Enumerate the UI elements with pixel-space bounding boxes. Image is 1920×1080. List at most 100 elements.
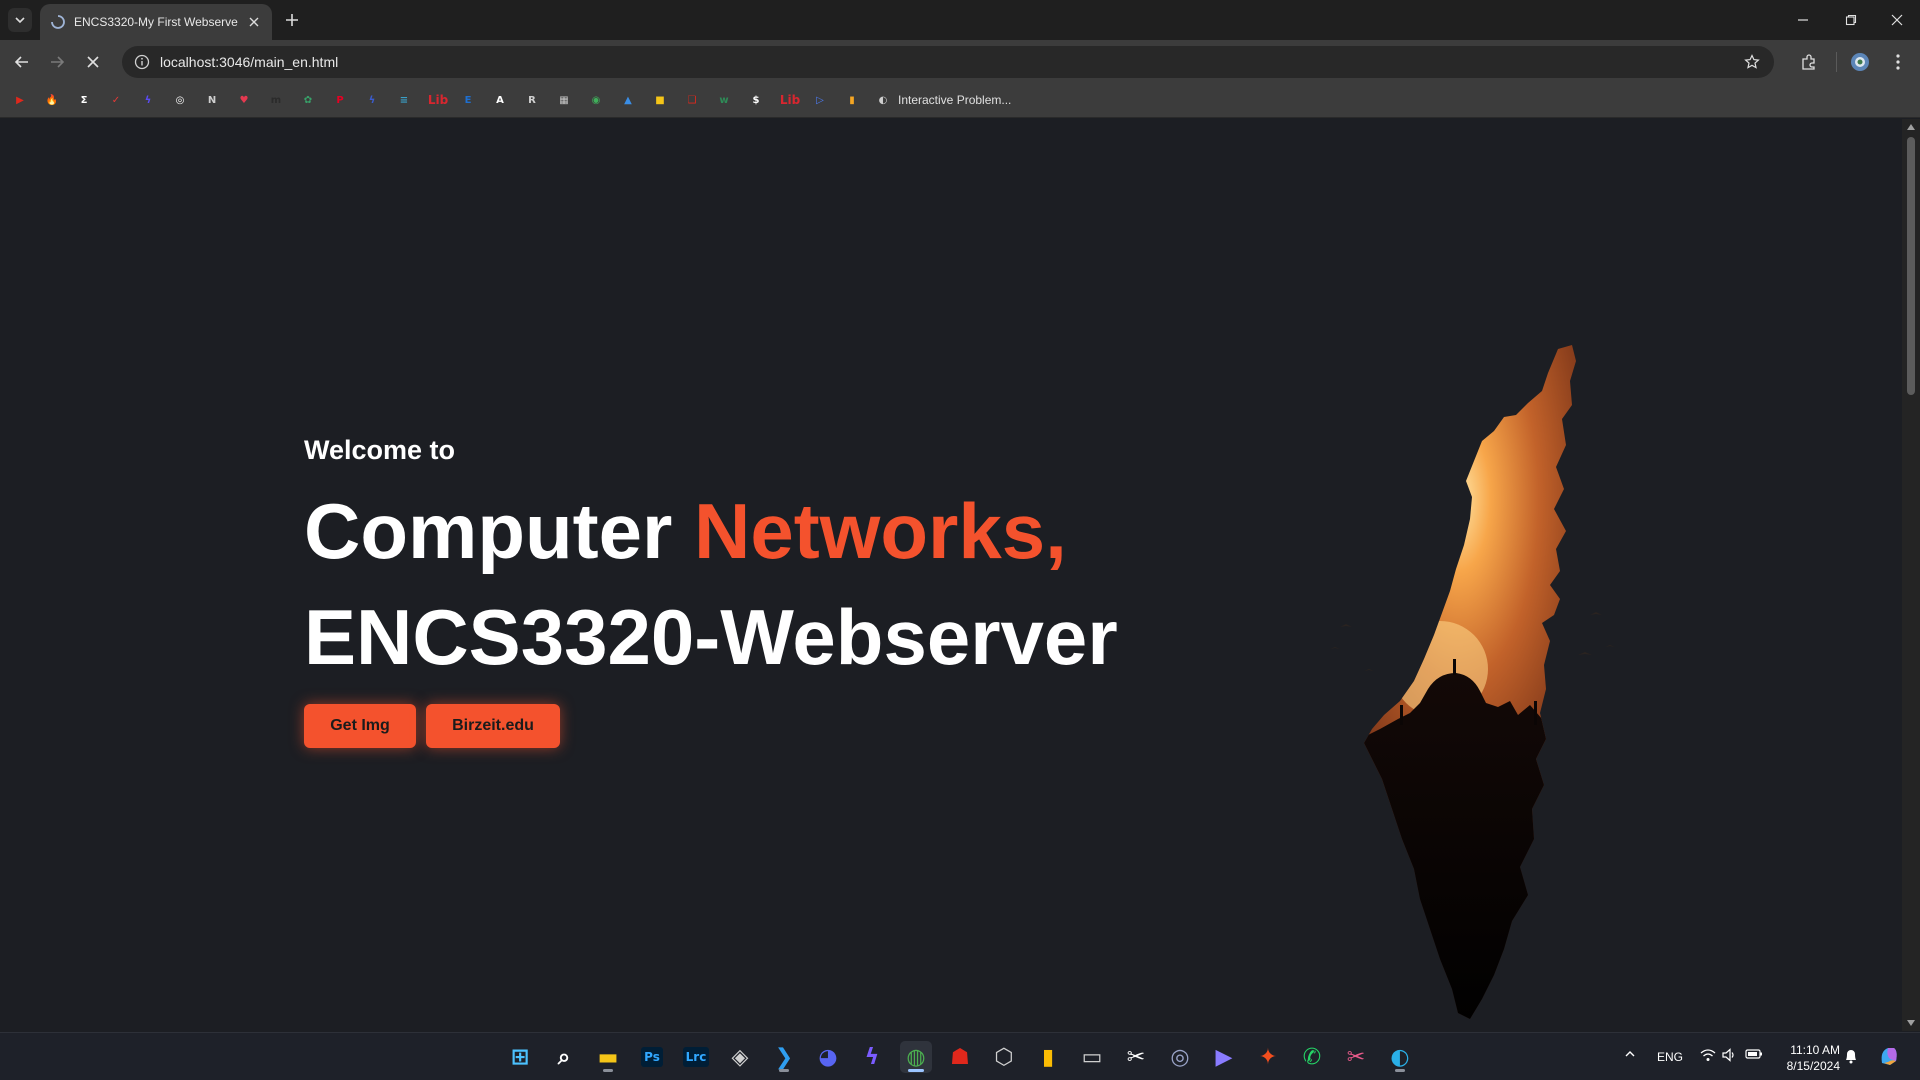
clock-time: 11:10 AM (1790, 1043, 1840, 1057)
forward-button[interactable] (43, 48, 71, 76)
page-scrollbar[interactable] (1902, 119, 1920, 1031)
interactive-problems-icon[interactable]: ◐ (874, 91, 892, 109)
openai-icon[interactable]: ◎ (171, 91, 189, 109)
minimize-button[interactable] (1780, 0, 1826, 40)
w-icon[interactable]: w (715, 91, 733, 109)
unity-icon[interactable]: ⬡ (988, 1041, 1020, 1073)
url-text: localhost:3046/main_en.html (160, 54, 339, 70)
r-icon[interactable]: R (523, 91, 541, 109)
lightroom-glyph: Lrc (682, 1047, 710, 1067)
scroll-up-arrow-icon[interactable] (1906, 122, 1916, 132)
lib-icon[interactable]: Lib (427, 91, 449, 109)
stop-loading-button[interactable] (79, 48, 107, 76)
file-explorer-icon[interactable]: ▬ (592, 1041, 624, 1073)
whatsapp-icon[interactable]: ✆ (1296, 1041, 1328, 1073)
plus-icon (286, 14, 298, 26)
heart-icon[interactable]: ♥ (235, 91, 253, 109)
start-glyph: ⊞ (510, 1044, 530, 1070)
globe-green-icon[interactable]: ◉ (587, 91, 605, 109)
snipping-glyph: ✂ (1346, 1044, 1366, 1070)
snipping-icon[interactable]: ✂ (1340, 1041, 1372, 1073)
play-icon[interactable]: ▷ (811, 91, 829, 109)
disk-icon[interactable]: ◎ (1164, 1041, 1196, 1073)
copilot-icon[interactable] (1876, 1043, 1902, 1072)
loading-favicon-icon (51, 15, 65, 29)
keep-glyph: ▮ (1041, 1044, 1055, 1070)
medium-icon[interactable]: m (267, 91, 285, 109)
minimize-icon (1798, 19, 1808, 21)
vscode-glyph: ❯ (774, 1044, 794, 1070)
note-icon[interactable]: ■ (651, 91, 669, 109)
photoshop-icon[interactable]: Ps (636, 1041, 668, 1073)
site-info-icon[interactable] (132, 52, 152, 72)
notion-icon[interactable]: N (203, 91, 221, 109)
birzeit-link-button[interactable]: Birzeit.edu (426, 704, 560, 748)
scroll-thumb[interactable] (1907, 137, 1915, 395)
scroll-down-arrow-icon[interactable] (1906, 1018, 1916, 1028)
menu-button[interactable] (1884, 48, 1912, 76)
clock-date: 8/15/2024 (1786, 1059, 1840, 1073)
wifi-icon[interactable] (1700, 1048, 1716, 1065)
dollar-icon[interactable]: $ (747, 91, 765, 109)
messenger-icon[interactable]: ϟ (856, 1041, 888, 1073)
youtube-icon[interactable]: ▶ (11, 91, 29, 109)
get-img-button[interactable]: Get Img (304, 704, 416, 748)
edge-icon[interactable]: ◐ (1384, 1041, 1416, 1073)
bolt-icon[interactable]: ϟ (139, 91, 157, 109)
close-window-button[interactable] (1874, 0, 1920, 40)
language-indicator[interactable]: ENG (1657, 1050, 1683, 1064)
checkmark-icon[interactable]: ✓ (107, 91, 125, 109)
chrome-icon[interactable]: ◍ (900, 1041, 932, 1073)
tab-search-button[interactable] (8, 8, 32, 32)
puzzle-icon[interactable]: ✿ (299, 91, 317, 109)
prime-glyph: ▶ (1215, 1044, 1233, 1070)
system-clock[interactable]: 11:10 AM 8/15/2024 (1768, 1042, 1840, 1074)
grid-icon[interactable]: ▦ (555, 91, 573, 109)
vscode-icon[interactable]: ❯ (768, 1041, 800, 1073)
keep-icon[interactable]: ▮ (1032, 1041, 1064, 1073)
back-button[interactable] (8, 48, 36, 76)
running-indicator (779, 1069, 789, 1072)
lightroom-icon[interactable]: Lrc (680, 1041, 712, 1073)
volume-icon[interactable] (1722, 1048, 1736, 1065)
extensions-button[interactable] (1795, 48, 1823, 76)
discord-icon[interactable]: ◕ (812, 1041, 844, 1073)
sigma-icon[interactable]: Σ (75, 91, 93, 109)
tab-strip: ENCS3320-My First Webserver (0, 0, 1920, 40)
bars-icon[interactable]: ▮ (843, 91, 861, 109)
tray-chevron-up-icon[interactable] (1624, 1048, 1636, 1063)
start-icon[interactable]: ⊞ (504, 1041, 536, 1073)
notification-bell-icon[interactable] (1844, 1048, 1858, 1067)
tab-close-button[interactable] (246, 14, 262, 30)
search-icon[interactable]: ⌕ (548, 1041, 580, 1073)
tab-active[interactable]: ENCS3320-My First Webserver (40, 4, 272, 40)
messenger-glyph: ϟ (864, 1044, 880, 1070)
capcut-icon[interactable]: ✂ (1120, 1041, 1152, 1073)
new-tab-button[interactable] (280, 8, 304, 32)
prime-icon[interactable]: ▶ (1208, 1041, 1240, 1073)
fire-icon[interactable]: 🔥 (43, 91, 61, 109)
feather-icon[interactable]: ϟ (363, 91, 381, 109)
browser-window: ENCS3320-My First Webserver localhost:30… (0, 0, 1920, 1080)
game-icon[interactable]: ☗ (944, 1041, 976, 1073)
bookmark-star-icon[interactable] (1742, 52, 1762, 72)
lines-icon[interactable]: ≡ (395, 91, 413, 109)
a-icon[interactable]: A (491, 91, 509, 109)
e-icon[interactable]: E (459, 91, 477, 109)
davinci-icon[interactable]: ◈ (724, 1041, 756, 1073)
lib2-icon[interactable]: Lib (779, 91, 801, 109)
bookmark-label[interactable]: Interactive Problem... (898, 93, 1011, 107)
restore-button[interactable] (1828, 0, 1874, 40)
avatar-icon (1851, 53, 1869, 71)
chat-icon[interactable]: ❑ (683, 91, 701, 109)
figma-icon[interactable]: ✦ (1252, 1041, 1284, 1073)
profile-button[interactable] (1846, 48, 1874, 76)
photoshop-glyph: Ps (641, 1047, 663, 1067)
battery-icon[interactable] (1745, 1048, 1763, 1063)
terminal-icon[interactable]: ▭ (1076, 1041, 1108, 1073)
pinterest-icon[interactable]: P (331, 91, 349, 109)
button-row: Get Img Birzeit.edu (304, 704, 1204, 748)
address-bar[interactable]: localhost:3046/main_en.html (122, 46, 1774, 78)
chrome-glyph: ◍ (906, 1044, 926, 1070)
triangle-icon[interactable]: ▲ (619, 91, 637, 109)
